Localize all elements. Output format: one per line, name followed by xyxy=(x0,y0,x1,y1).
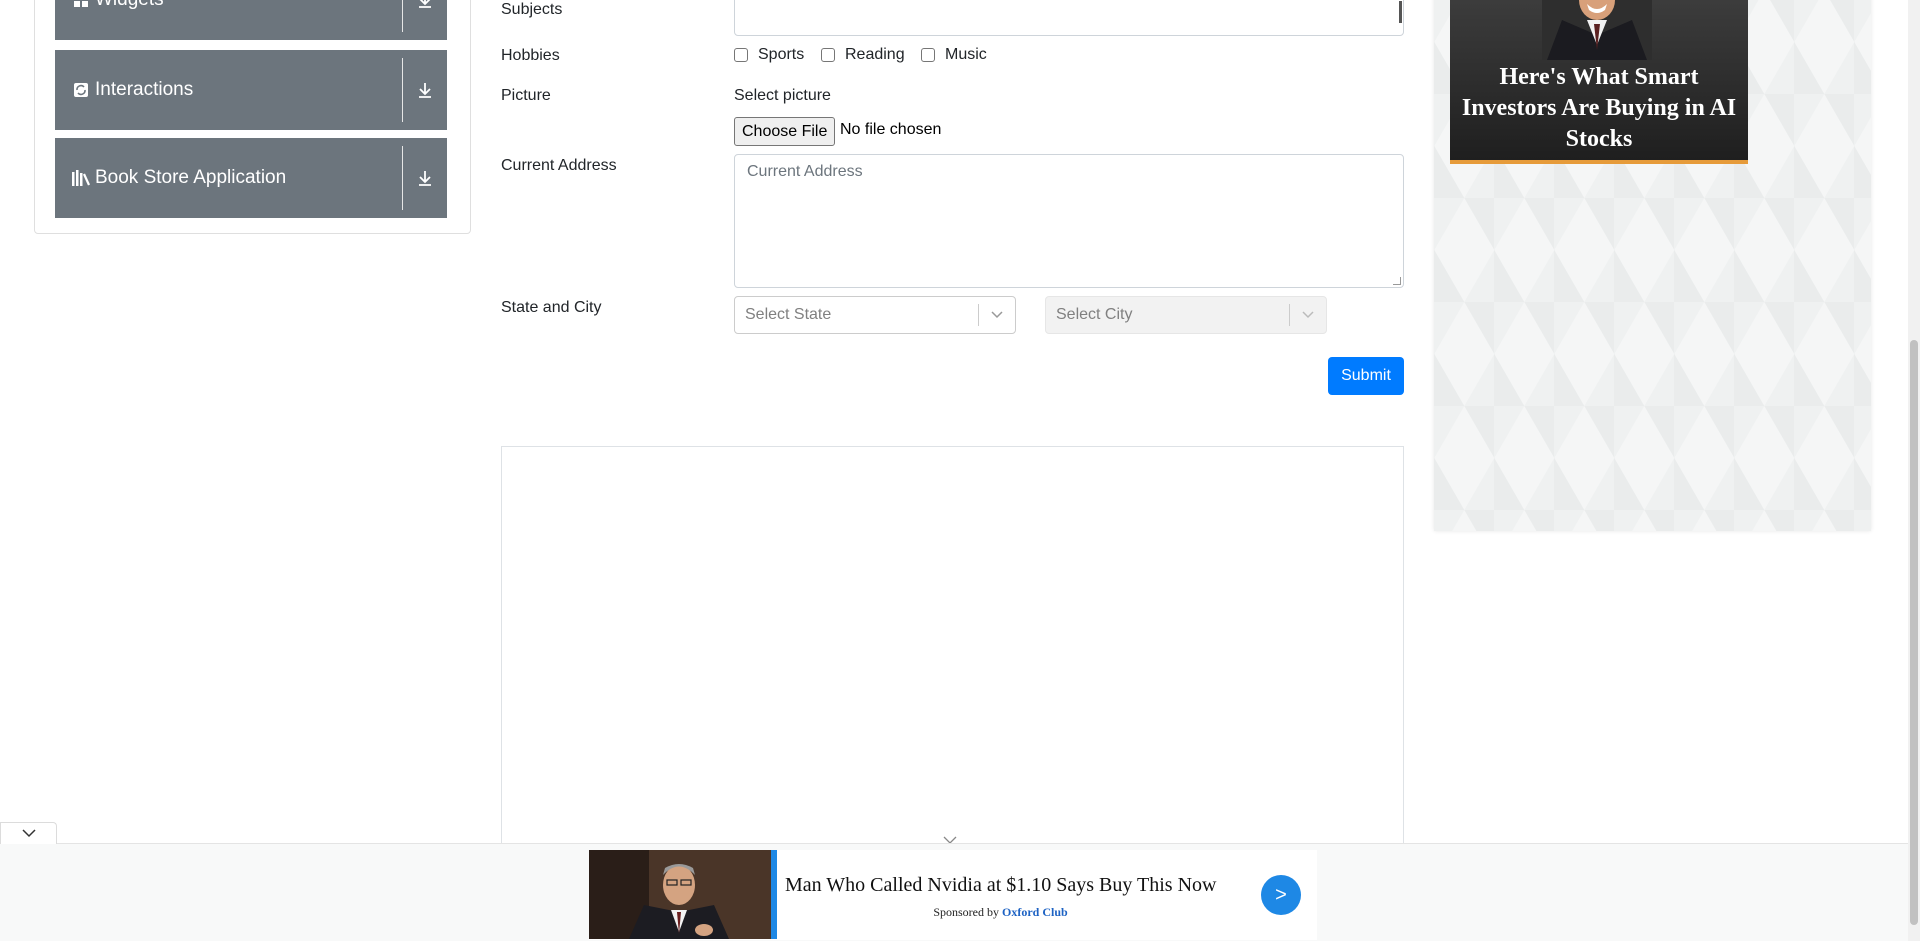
ad-card[interactable]: Here's What Smart Investors Are Buying i… xyxy=(1450,0,1748,164)
address-placeholder: Current Address xyxy=(747,163,863,180)
ad-thumbnail xyxy=(589,850,771,939)
sidebar-group-label: Book Store Application xyxy=(95,167,287,188)
ad-title[interactable]: Man Who Called Nvidia at $1.10 Says Buy … xyxy=(785,874,1216,897)
hobby-label: Reading xyxy=(845,46,905,63)
download-icon[interactable] xyxy=(403,50,447,130)
widgets-icon xyxy=(72,0,90,9)
sidebar-group-widgets[interactable]: Widgets xyxy=(55,0,447,40)
sponsor-name[interactable]: Oxford Club xyxy=(1002,905,1068,919)
city-placeholder: Select City xyxy=(1056,306,1133,323)
chevron-down-icon xyxy=(21,825,37,843)
chevron-down-icon[interactable] xyxy=(1290,310,1326,320)
checkbox-box[interactable] xyxy=(734,48,748,62)
ad-sponsor-line: Sponsored by Oxford Club xyxy=(589,905,1317,920)
subjects-label: Subjects xyxy=(501,1,563,18)
subjects-scrollbar[interactable] xyxy=(1399,1,1402,23)
collapse-ad-button[interactable] xyxy=(0,822,57,844)
bottom-ad[interactable]: Man Who Called Nvidia at $1.10 Says Buy … xyxy=(589,850,1317,940)
file-status: No file chosen xyxy=(840,121,942,138)
hobbies-label: Hobbies xyxy=(501,47,560,64)
picture-label: Picture xyxy=(501,87,551,104)
download-icon[interactable] xyxy=(403,138,447,218)
current-address-textarea[interactable]: Current Address xyxy=(734,154,1404,288)
select-picture-label: Select picture xyxy=(734,87,831,104)
choose-file-button[interactable]: Choose File xyxy=(734,117,836,146)
subjects-input[interactable] xyxy=(734,0,1404,36)
page-scrollbar[interactable] xyxy=(1908,0,1920,941)
ad-placeholder-panel xyxy=(501,446,1404,846)
checkbox-box[interactable] xyxy=(821,48,835,62)
ad-go-button[interactable]: > xyxy=(1261,875,1301,915)
current-address-label: Current Address xyxy=(501,157,617,174)
sidebar-group-label: Interactions xyxy=(95,79,194,100)
ad-accent-bar xyxy=(771,850,777,939)
state-placeholder: Select State xyxy=(745,306,832,323)
hobby-label: Sports xyxy=(758,46,805,63)
chevron-down-icon[interactable] xyxy=(979,310,1015,320)
checkbox-box[interactable] xyxy=(921,48,935,62)
book-store-icon xyxy=(72,169,90,187)
hobby-label: Music xyxy=(945,46,987,63)
download-icon[interactable] xyxy=(403,0,447,40)
sponsored-by-label: Sponsored by xyxy=(933,905,999,919)
ad-headline: Here's What Smart Investors Are Buying i… xyxy=(1461,64,1737,152)
submit-button[interactable]: Submit xyxy=(1328,357,1404,395)
state-select[interactable]: Select State xyxy=(734,296,1016,334)
hobby-reading-checkbox[interactable]: Reading xyxy=(821,46,905,64)
interactions-icon xyxy=(72,81,90,99)
city-select[interactable]: Select City xyxy=(1045,296,1327,334)
hobby-music-checkbox[interactable]: Music xyxy=(921,46,987,64)
resize-handle[interactable] xyxy=(1393,277,1401,285)
hobby-sports-checkbox[interactable]: Sports xyxy=(734,46,804,64)
ad-person-image xyxy=(1542,0,1652,60)
sidebar-group-label: Widgets xyxy=(95,0,402,11)
sidebar-group-book-store[interactable]: Book Store Application xyxy=(55,138,447,218)
state-city-label: State and City xyxy=(501,299,602,316)
right-ad-panel: Here's What Smart Investors Are Buying i… xyxy=(1434,0,1871,531)
scrollbar-thumb[interactable] xyxy=(1910,340,1918,925)
sidebar-group-interactions[interactable]: Interactions xyxy=(55,50,447,130)
